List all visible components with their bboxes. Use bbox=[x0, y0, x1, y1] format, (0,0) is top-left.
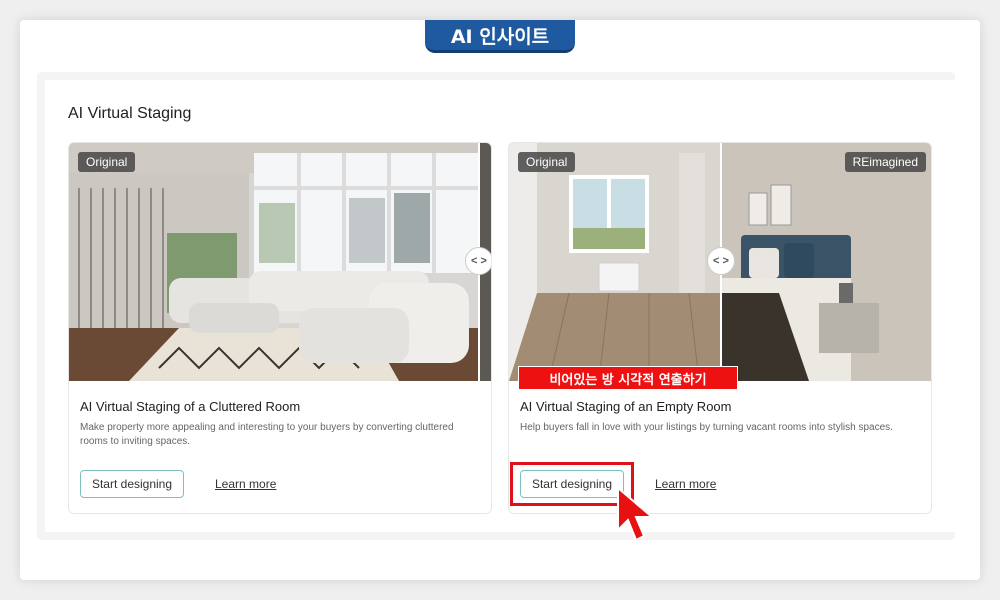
badge-original: Original bbox=[78, 152, 136, 172]
learn-more-link[interactable]: Learn more bbox=[655, 477, 716, 491]
card-cluttered-room[interactable]: Original < > AI Virtual Staging of a Clu… bbox=[68, 142, 492, 514]
card-title: AI Virtual Staging of a Cluttered Room bbox=[80, 399, 301, 414]
card-title: AI Virtual Staging of an Empty Room bbox=[520, 399, 732, 414]
compare-slider-handle[interactable]: < > bbox=[465, 247, 491, 275]
section-title: AI Virtual Staging bbox=[68, 105, 192, 122]
badge-reimagined: REimagined bbox=[844, 152, 926, 172]
header-tab: AI 인사이트 bbox=[425, 20, 575, 53]
card-description: Help buyers fall in love with your listi… bbox=[520, 422, 893, 433]
learn-more-link[interactable]: Learn more bbox=[215, 477, 276, 491]
start-designing-button[interactable]: Start designing bbox=[80, 470, 184, 498]
chevron-left-right-icon: < > bbox=[713, 255, 729, 267]
pointer-cursor-icon bbox=[617, 486, 655, 542]
compare-slider-handle[interactable]: < > bbox=[707, 247, 735, 275]
room-image-cluttered[interactable]: Original < > bbox=[69, 143, 491, 381]
annotation-label: 비어있는 방 시각적 연출하기 bbox=[518, 366, 738, 390]
chevron-left-right-icon: < > bbox=[471, 255, 487, 267]
room-image-empty[interactable]: Original REimagined < > bbox=[509, 143, 931, 381]
card-description: Make property more appealing and interes… bbox=[80, 422, 454, 447]
card-empty-room[interactable]: Original REimagined < > AI Virtual Stagi… bbox=[508, 142, 932, 514]
badge-original: Original bbox=[518, 152, 576, 172]
